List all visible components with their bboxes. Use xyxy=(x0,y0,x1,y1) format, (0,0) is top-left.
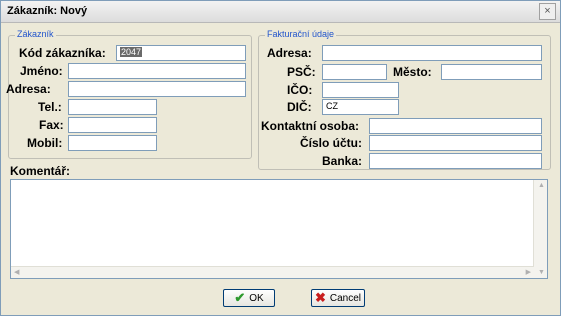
customer-group-legend: Zákazník xyxy=(15,29,56,39)
city-field[interactable] xyxy=(441,64,542,80)
comment-label: Komentář: xyxy=(10,164,71,178)
comment-vertical-scrollbar[interactable]: ▲ ▼ xyxy=(533,180,547,278)
billing-address-field[interactable] xyxy=(322,45,542,61)
fax-label: Fax: xyxy=(39,118,64,132)
ok-button-label: OK xyxy=(249,292,264,304)
comment-textarea[interactable]: ▲ ▼ ◀ ▶ xyxy=(10,179,548,279)
address-label: Adresa: xyxy=(6,82,51,96)
cancel-button-label: Cancel xyxy=(329,292,362,304)
phone-label: Tel.: xyxy=(38,100,62,114)
customer-code-field[interactable]: 2047 xyxy=(116,45,246,61)
scroll-right-icon[interactable]: ▶ xyxy=(526,268,531,276)
dialog-window: Zákazník: Nový × Zákazník Kód zákazníka:… xyxy=(0,0,561,316)
close-button[interactable]: × xyxy=(539,3,556,20)
billing-address-label: Adresa: xyxy=(267,46,312,60)
x-cross-icon: ✖ xyxy=(314,290,326,305)
customer-code-label: Kód zákazníka: xyxy=(19,46,106,60)
mobile-label: Mobil: xyxy=(27,136,63,150)
zip-label: PSČ: xyxy=(287,65,316,79)
customer-code-value: 2047 xyxy=(120,47,143,57)
dic-label: DIČ: xyxy=(287,100,312,114)
mobile-field[interactable] xyxy=(68,135,157,151)
ico-field[interactable] xyxy=(322,82,399,98)
account-number-label: Číslo účtu: xyxy=(300,136,362,150)
ico-label: IČO: xyxy=(287,83,313,97)
dialog-content: Zákazník Kód zákazníka: 2047 Jméno: Adre… xyxy=(3,24,558,314)
cancel-button[interactable]: ✖ Cancel xyxy=(311,289,365,307)
scroll-left-icon[interactable]: ◀ xyxy=(14,268,19,276)
checkmark-icon: ✔ xyxy=(234,290,246,305)
comment-horizontal-scrollbar[interactable]: ◀ ▶ xyxy=(11,266,534,278)
fax-field[interactable] xyxy=(68,117,157,133)
contact-person-field[interactable] xyxy=(369,118,542,134)
billing-group-legend: Fakturační údaje xyxy=(265,29,337,39)
name-label: Jméno: xyxy=(20,64,63,78)
scroll-down-icon[interactable]: ▼ xyxy=(538,269,545,276)
contact-person-label: Kontaktní osoba: xyxy=(261,119,359,133)
bank-label: Banka: xyxy=(322,154,363,168)
ok-button[interactable]: ✔ OK xyxy=(223,289,275,307)
dic-field[interactable]: CZ xyxy=(322,99,399,115)
window-title: Zákazník: Nový xyxy=(7,5,88,17)
scroll-up-icon[interactable]: ▲ xyxy=(538,182,545,189)
address-field[interactable] xyxy=(68,81,246,97)
phone-field[interactable] xyxy=(68,99,157,115)
title-bar[interactable]: Zákazník: Nový × xyxy=(1,1,560,23)
name-field[interactable] xyxy=(68,63,246,79)
bank-field[interactable] xyxy=(369,153,542,169)
zip-field[interactable] xyxy=(322,64,387,80)
city-label: Město: xyxy=(393,65,432,79)
account-number-field[interactable] xyxy=(369,135,542,151)
